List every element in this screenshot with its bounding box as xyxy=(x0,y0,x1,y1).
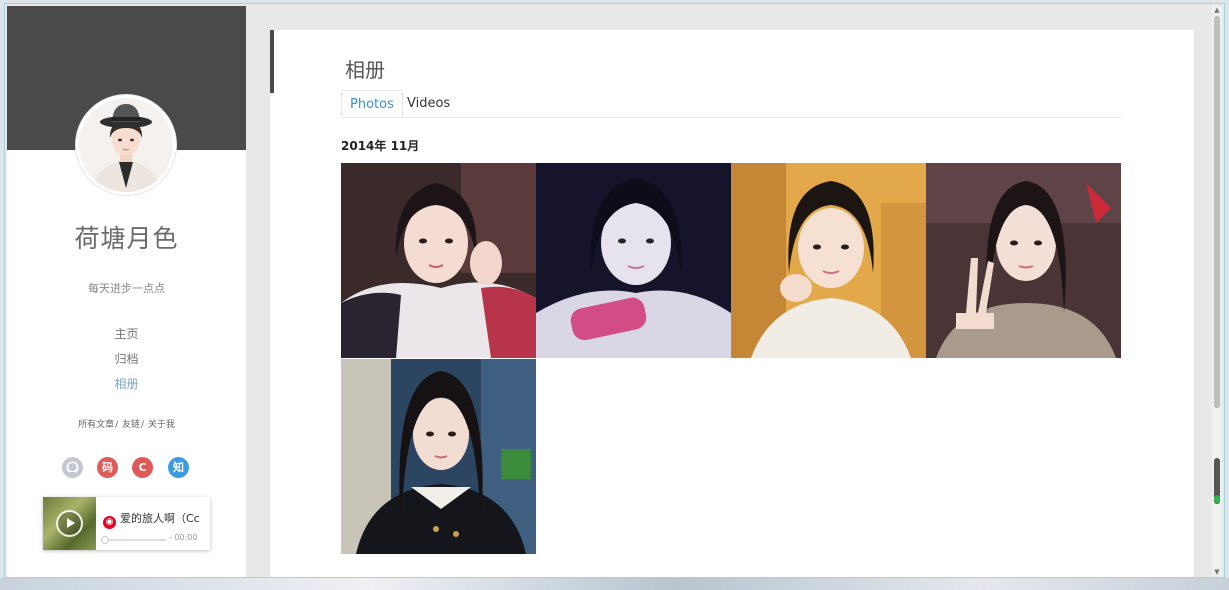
page-title: 相册 xyxy=(345,58,385,82)
link-all-posts[interactable]: 所有文章 xyxy=(78,420,114,430)
browser-viewport: 荷塘月色 每天进步一点点 主页 归档 相册 所有文章/ 友链/ 关于我 码 C … xyxy=(4,3,1225,578)
page-scrollbar[interactable]: ▲ ▼ xyxy=(1212,6,1222,577)
album-cover xyxy=(43,497,96,550)
link-friends[interactable]: 友链 xyxy=(122,420,140,430)
nav-item-archive[interactable]: 归档 xyxy=(7,347,246,372)
link-about[interactable]: 关于我 xyxy=(148,420,175,430)
play-time: - 00:00 xyxy=(169,533,198,542)
sidebar: 荷塘月色 每天进步一点点 主页 归档 相册 所有文章/ 友链/ 关于我 码 C … xyxy=(7,6,246,577)
tab-videos[interactable]: Videos xyxy=(399,90,458,117)
desktop-background xyxy=(0,578,1229,590)
blog-title[interactable]: 荷塘月色 xyxy=(7,219,246,255)
tab-photos[interactable]: Photos xyxy=(341,90,403,117)
media-tabs: Photos Videos xyxy=(341,90,1122,118)
photo-1[interactable] xyxy=(341,163,536,358)
scroll-indicator xyxy=(1214,495,1220,503)
blog-subtitle: 每天进步一点点 xyxy=(88,282,165,295)
photo-3[interactable] xyxy=(731,163,926,358)
photo-5[interactable] xyxy=(341,359,536,554)
photo-4[interactable] xyxy=(926,163,1121,358)
play-icon[interactable] xyxy=(56,510,83,537)
song-title-text: 爱的旅人啊（Cc xyxy=(120,512,200,525)
main-content: 相册 Photos Videos 2014年 11月 xyxy=(270,30,1194,577)
month-heading: 2014年 11月 xyxy=(341,139,420,153)
accent-bar xyxy=(270,30,274,93)
sidebar-nav: 主页 归档 相册 xyxy=(7,322,246,397)
music-player: ◉ 爱的旅人啊（Cc - 00:00 xyxy=(43,497,210,550)
song-title: ◉ 爱的旅人啊（Cc xyxy=(103,510,207,529)
scroll-down-icon[interactable]: ▼ xyxy=(1213,568,1221,576)
scrollbar-track-highlight[interactable] xyxy=(1214,16,1220,408)
nav-item-album[interactable]: 相册 xyxy=(7,372,246,397)
footer-links: 所有文章/ 友链/ 关于我 xyxy=(78,420,175,430)
progress-bar[interactable] xyxy=(101,536,166,544)
photo-grid xyxy=(341,163,1123,555)
csdn-icon[interactable]: C xyxy=(132,457,153,478)
photo-2[interactable] xyxy=(536,163,731,358)
scroll-up-icon[interactable]: ▲ xyxy=(1213,6,1221,14)
zhihu-icon[interactable]: 知 xyxy=(168,457,189,478)
github-icon[interactable] xyxy=(62,457,83,478)
nav-item-home[interactable]: 主页 xyxy=(7,322,246,347)
avatar[interactable] xyxy=(76,95,176,195)
coding-icon[interactable]: 码 xyxy=(97,457,118,478)
netease-music-icon: ◉ xyxy=(103,516,116,529)
